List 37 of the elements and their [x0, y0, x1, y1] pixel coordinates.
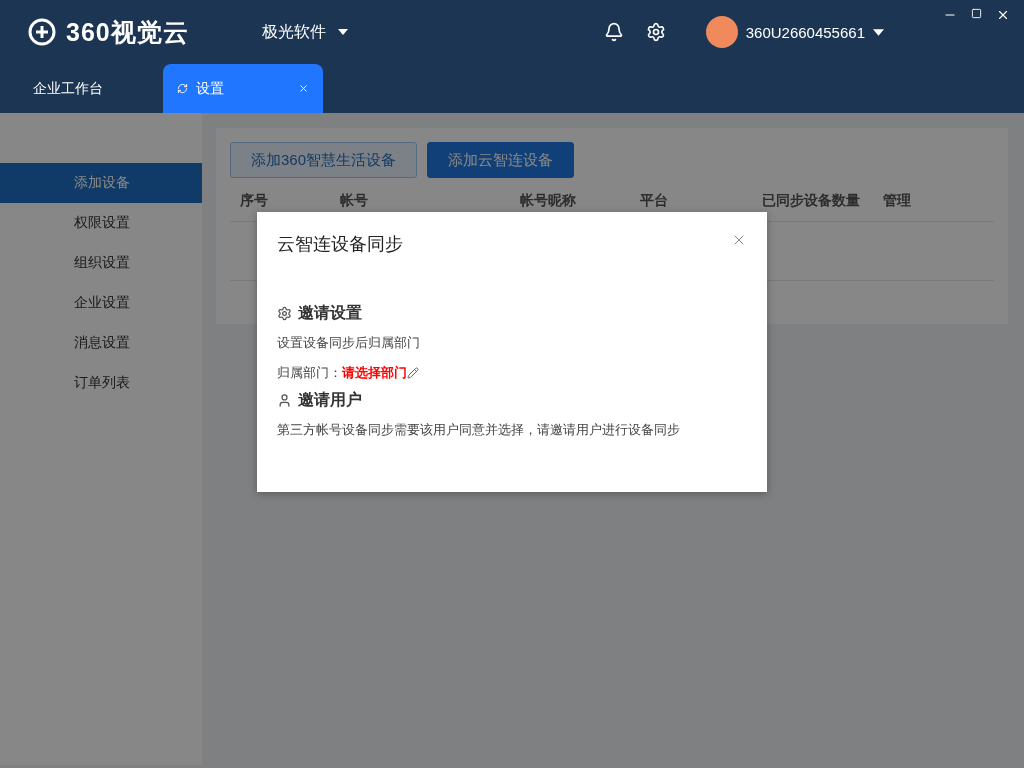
caret-icon [338, 29, 348, 35]
settings-icon [277, 306, 292, 321]
sidebar-item[interactable]: 企业设置 [0, 283, 202, 323]
section-description: 第三方帐号设备同步需要该用户同意并选择，请邀请用户进行设备同步 [277, 421, 681, 439]
notification-icon[interactable] [603, 22, 624, 42]
close-icon[interactable] [996, 8, 1010, 22]
section-heading: 邀请设置 [298, 303, 362, 323]
tab[interactable]: 设置 [163, 64, 323, 113]
pencil-icon[interactable] [407, 367, 419, 379]
sidebar-item[interactable]: 订单列表 [0, 363, 202, 403]
sidebar-item[interactable]: 权限设置 [0, 203, 202, 243]
tab[interactable]: 企业工作台 [0, 64, 163, 113]
section-description: 设置设备同步后归属部门 [277, 334, 421, 352]
column-header: 帐号昵称 [520, 192, 577, 210]
avatar-icon [705, 16, 738, 48]
select-department-link[interactable]: 请选择部门 [342, 364, 407, 382]
field-label: 归属部门： [277, 364, 342, 382]
add-device-button[interactable]: 添加360智慧生活设备 [230, 142, 418, 178]
column-header: 管理 [883, 192, 912, 210]
user-icon [277, 393, 292, 408]
organization-dropdown[interactable]: 极光软件 [262, 21, 348, 43]
logo-icon [28, 18, 56, 46]
sidebar-item[interactable]: 组织设置 [0, 243, 202, 283]
caret-icon [873, 28, 884, 36]
column-header: 序号 [240, 192, 269, 210]
column-header: 已同步设备数量 [762, 192, 861, 210]
column-header: 平台 [640, 192, 669, 210]
user-menu[interactable]: 360U2660455661 [705, 16, 884, 48]
sidebar-item[interactable]: 添加设备 [0, 163, 202, 203]
column-header: 帐号 [340, 192, 369, 210]
settings-icon[interactable] [645, 22, 666, 42]
sidebar-item[interactable]: 消息设置 [0, 323, 202, 363]
section-heading: 邀请用户 [298, 390, 362, 410]
refresh-icon [177, 83, 188, 94]
logo-text: 360视觉云 [66, 16, 189, 48]
dialog-title: 云智连设备同步 [277, 233, 404, 256]
add-device-button[interactable]: 添加云智连设备 [427, 142, 575, 178]
